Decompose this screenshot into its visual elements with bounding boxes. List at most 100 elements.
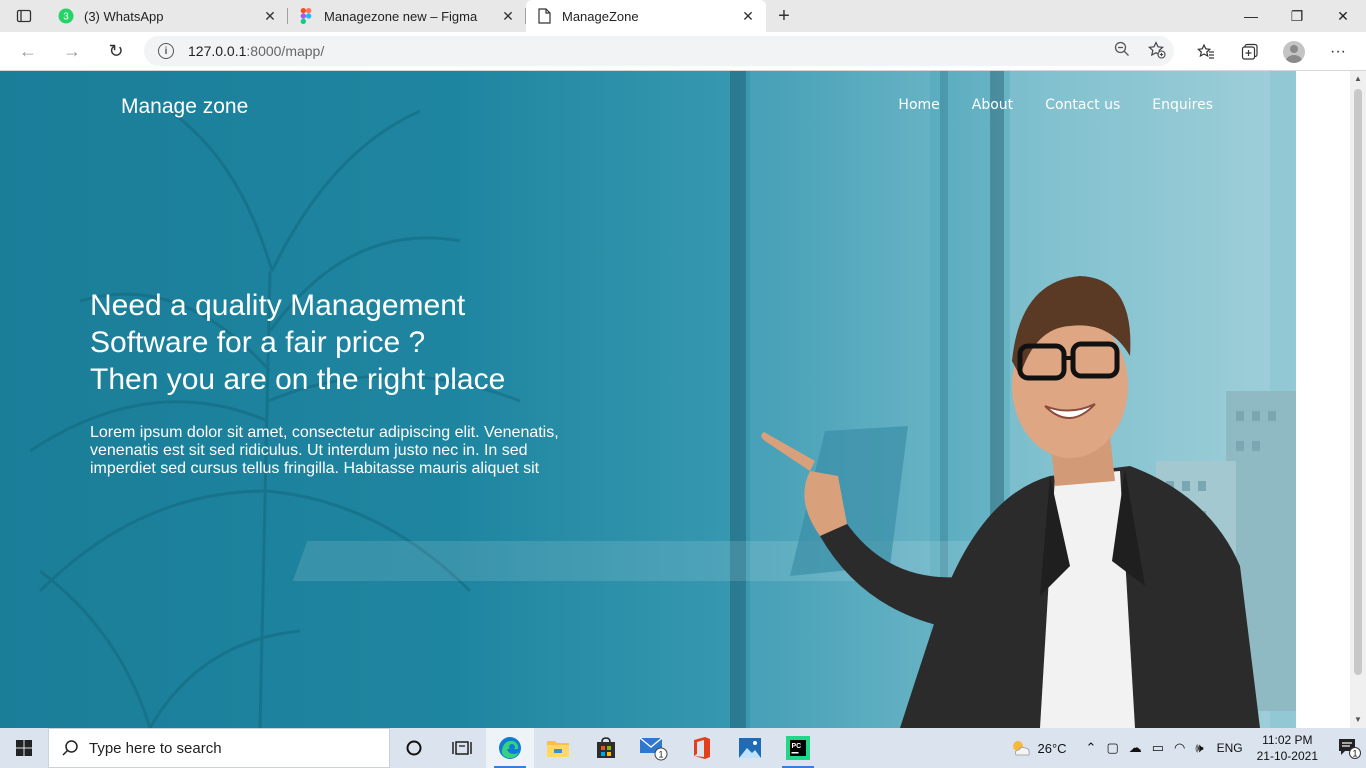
- input-language-indicator[interactable]: ENG: [1217, 741, 1243, 755]
- close-tab-icon[interactable]: ✕: [500, 8, 516, 24]
- hero-section: Manage zone Home About Contact us Enquir…: [0, 71, 1296, 728]
- search-placeholder: Type here to search: [89, 739, 222, 757]
- tab-title: Managezone new – Figma: [324, 8, 478, 24]
- office-icon: [694, 737, 710, 759]
- mail-icon: 1: [639, 737, 668, 761]
- collections-icon: [1241, 43, 1258, 60]
- close-tab-icon[interactable]: ✕: [740, 8, 756, 24]
- refresh-button[interactable]: ↻: [94, 35, 138, 67]
- headline-line: Then you are on the right place: [90, 363, 506, 396]
- taskbar-clock[interactable]: 11:02 PM 21-10-2021: [1257, 732, 1318, 764]
- plant-background-image: [29, 109, 521, 728]
- forward-arrow-icon: →: [63, 40, 81, 61]
- favorites-icon: [1197, 43, 1214, 59]
- browser-toolbar: ← → ↻ i 127.0.0.1:8000/mapp/ ···: [0, 32, 1366, 71]
- taskbar-office[interactable]: [678, 728, 726, 768]
- taskbar-file-explorer[interactable]: [534, 728, 582, 768]
- taskbar-photos[interactable]: [726, 728, 774, 768]
- browser-tab-strip: 3 (3) WhatsApp ✕ Managezone new – Figma …: [0, 0, 1366, 32]
- back-button[interactable]: ←: [6, 35, 50, 67]
- new-tab-button[interactable]: +: [766, 0, 802, 32]
- window-controls: — ❐ ✕: [1228, 0, 1366, 32]
- task-view-button[interactable]: [438, 728, 486, 768]
- add-favorite-icon[interactable]: [1148, 41, 1166, 62]
- pycharm-icon: PC: [786, 736, 810, 760]
- close-tab-icon[interactable]: ✕: [262, 8, 278, 24]
- partly-cloudy-icon: [1012, 741, 1030, 756]
- photos-icon: [739, 738, 761, 758]
- volume-icon[interactable]: 🕪: [1195, 740, 1203, 756]
- close-window-button[interactable]: ✕: [1320, 0, 1366, 32]
- clock-date: 21-10-2021: [1256, 749, 1318, 763]
- battery-icon[interactable]: ▭: [1152, 740, 1164, 756]
- url-host: 127.0.0.1: [188, 43, 247, 59]
- url-path: :8000/mapp/: [246, 43, 325, 59]
- tab-managezone[interactable]: ManageZone ✕: [526, 0, 766, 32]
- clock-time: 11:02 PM: [1262, 733, 1313, 747]
- taskbar-edge[interactable]: [486, 728, 534, 768]
- task-view-icon: [452, 741, 472, 755]
- zoom-out-icon[interactable]: [1114, 41, 1130, 62]
- svg-text:3: 3: [63, 12, 69, 23]
- taskbar-mail[interactable]: 1: [630, 728, 678, 768]
- scrollbar-thumb[interactable]: [1354, 89, 1362, 675]
- tab-whatsapp[interactable]: 3 (3) WhatsApp ✕: [48, 0, 288, 32]
- scroll-up-icon[interactable]: ▲: [1354, 75, 1362, 83]
- tab-actions-icon: [16, 9, 32, 23]
- svg-text:PC: PC: [792, 743, 802, 750]
- profile-button[interactable]: [1272, 32, 1316, 71]
- hero-description: Lorem ipsum dolor sit amet, consectetur …: [90, 424, 559, 477]
- weather-widget[interactable]: 26°C: [1010, 739, 1067, 757]
- svg-text:1: 1: [1352, 749, 1357, 759]
- tab-actions-button[interactable]: [0, 0, 48, 32]
- action-center-button[interactable]: 1: [1332, 728, 1366, 768]
- plus-icon: +: [778, 4, 790, 27]
- back-arrow-icon: ←: [19, 40, 37, 61]
- svg-text:1: 1: [658, 750, 663, 760]
- restore-button[interactable]: ❐: [1274, 0, 1320, 32]
- whatsapp-icon: 3: [58, 8, 74, 24]
- scroll-down-icon[interactable]: ▼: [1354, 716, 1362, 724]
- windows-logo-icon: [16, 740, 32, 756]
- nav-enquires-link[interactable]: Enquires: [1152, 97, 1213, 113]
- wifi-icon[interactable]: ◠: [1174, 740, 1185, 756]
- weather-temperature: 26°C: [1037, 740, 1067, 756]
- settings-menu-button[interactable]: ···: [1316, 32, 1360, 71]
- cortana-button[interactable]: [390, 728, 438, 768]
- system-tray: 26°C ⌃ ▢ ☁ ▭ ◠ 🕪 ENG 11:02 PM 21-10-2021…: [1010, 728, 1366, 768]
- businessman-pointing-image: [761, 276, 1260, 728]
- meet-now-icon[interactable]: ▢: [1106, 740, 1118, 756]
- taskbar-search-input[interactable]: Type here to search: [48, 728, 390, 768]
- start-button[interactable]: [0, 728, 48, 768]
- page-scrollbar[interactable]: ▲ ▼: [1350, 71, 1366, 728]
- forward-button[interactable]: →: [50, 35, 94, 67]
- page-viewport: Manage zone Home About Contact us Enquir…: [0, 71, 1366, 728]
- site-logo[interactable]: Manage zone: [121, 95, 248, 119]
- collections-button[interactable]: [1228, 32, 1272, 71]
- page-icon: [536, 8, 552, 24]
- taskbar-pycharm[interactable]: PC: [774, 728, 822, 768]
- site-nav: Home About Contact us Enquires: [898, 97, 1213, 113]
- search-icon: [62, 740, 78, 756]
- site-info-icon[interactable]: i: [158, 43, 174, 59]
- nav-about-link[interactable]: About: [972, 97, 1013, 113]
- store-icon: [597, 737, 615, 758]
- hero-headline: Need a quality Management Software for a…: [90, 287, 610, 398]
- notification-icon: 1: [1339, 739, 1361, 759]
- tab-title: ManageZone: [562, 8, 639, 24]
- folder-icon: [547, 741, 569, 757]
- onedrive-icon[interactable]: ☁: [1129, 740, 1142, 756]
- headline-line: Need a quality Management: [90, 289, 466, 322]
- address-bar[interactable]: i 127.0.0.1:8000/mapp/: [144, 36, 1174, 66]
- minimize-button[interactable]: —: [1228, 0, 1274, 32]
- avatar: [1283, 40, 1305, 63]
- tab-figma[interactable]: Managezone new – Figma ✕: [288, 0, 526, 32]
- nav-home-link[interactable]: Home: [898, 97, 939, 113]
- taskbar-store[interactable]: [582, 728, 630, 768]
- show-hidden-icons-icon[interactable]: ⌃: [1086, 740, 1097, 756]
- nav-contact-link[interactable]: Contact us: [1045, 97, 1120, 113]
- more-icon: ···: [1330, 42, 1346, 60]
- edge-icon: [499, 737, 521, 759]
- favorites-button[interactable]: [1184, 32, 1228, 71]
- tab-title: (3) WhatsApp: [84, 8, 164, 24]
